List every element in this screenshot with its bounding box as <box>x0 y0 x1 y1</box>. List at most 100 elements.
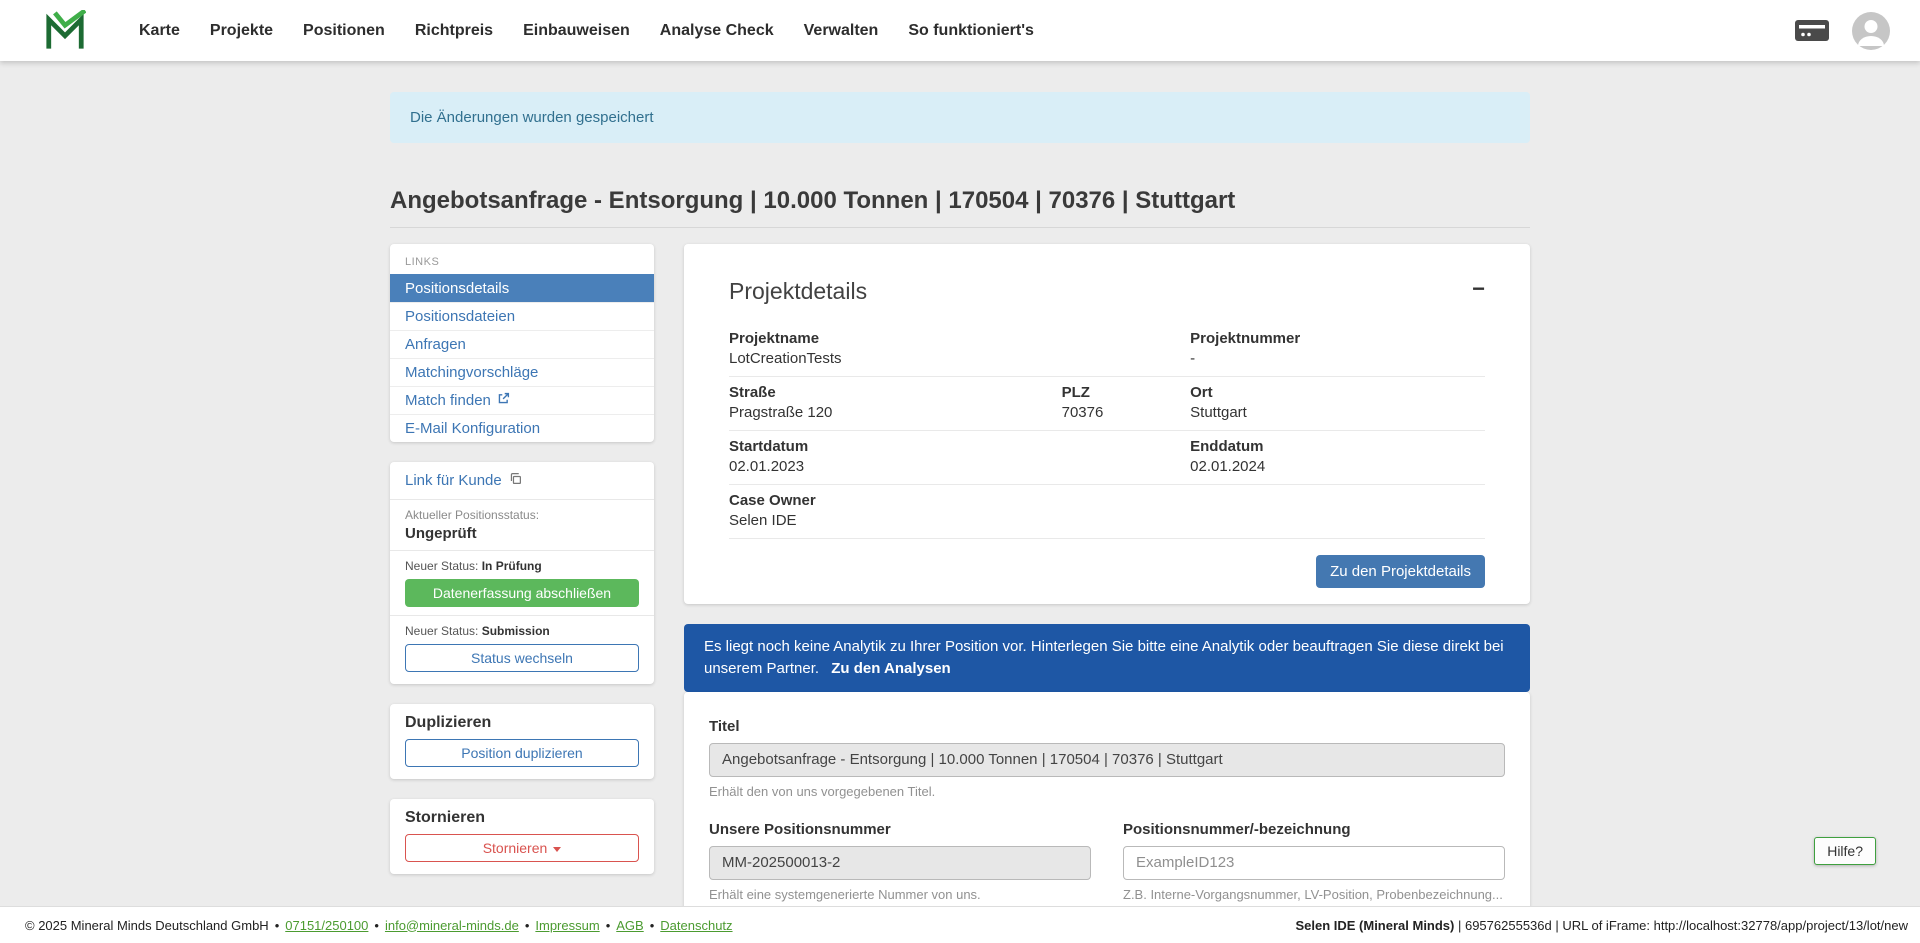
duplicate-card: Duplizieren Position duplizieren <box>390 704 654 779</box>
main-nav: Karte Projekte Positionen Richtpreis Ein… <box>124 14 1049 48</box>
session-info: Selen IDE (Mineral Minds) | 69576255536d… <box>1295 918 1908 933</box>
nav-item-einbauweisen[interactable]: Einbauweisen <box>508 14 645 48</box>
server-icon[interactable] <box>1794 17 1830 44</box>
separator: • <box>525 918 530 933</box>
next-status-label: Neuer Status: <box>405 559 478 573</box>
footer: © 2025 Mineral Minds Deutschland GmbH • … <box>0 906 1920 943</box>
nav-item-analyse-check[interactable]: Analyse Check <box>645 14 789 48</box>
field-value: 02.01.2023 <box>729 459 1190 476</box>
project-field-row: Startdatum 02.01.2023 Enddatum 02.01.202… <box>729 431 1485 485</box>
external-link-icon <box>497 392 510 409</box>
analytics-banner: Es liegt noch keine Analytik zu Ihrer Po… <box>684 624 1530 692</box>
field-label: Startdatum <box>729 439 1190 456</box>
divider <box>390 550 654 551</box>
custom-position-number-label: Positionsnummer/-bezeichnung <box>1123 821 1505 838</box>
sidebar-item-positionsdateien[interactable]: Positionsdateien <box>390 302 654 330</box>
project-details-card: Projektdetails − Projektname LotCreation… <box>684 244 1530 604</box>
copy-icon <box>509 472 522 489</box>
nav-item-projekte[interactable]: Projekte <box>195 14 288 48</box>
title-help-text: Erhält den von uns vorgegebenen Titel. <box>709 784 1505 799</box>
collapse-icon[interactable]: − <box>1472 278 1485 300</box>
field-value: Stuttgart <box>1190 405 1485 422</box>
duplicate-position-button[interactable]: Position duplizieren <box>405 739 639 767</box>
status-card: Link für Kunde Aktueller Positionsstatus… <box>390 462 654 684</box>
our-position-number-help: Erhält eine systemgenerierte Nummer von … <box>709 887 1091 902</box>
user-avatar[interactable] <box>1852 12 1890 50</box>
nav-item-karte[interactable]: Karte <box>124 14 195 48</box>
chevron-down-icon <box>553 847 561 852</box>
analytics-banner-text: Es liegt noch keine Analytik zu Ihrer Po… <box>704 638 1504 677</box>
sidebar-item-label: Matchingvorschläge <box>405 364 538 381</box>
project-field-row: Straße Pragstraße 120 PLZ 70376 Ort Stut… <box>729 377 1485 431</box>
main-content: Projektdetails − Projektname LotCreation… <box>684 244 1530 943</box>
help-button[interactable]: Hilfe? <box>1814 837 1876 865</box>
sidebar-item-matchingvorschlaege[interactable]: Matchingvorschläge <box>390 358 654 386</box>
duplicate-title: Duplizieren <box>405 714 639 732</box>
sidebar-item-label: Match finden <box>405 392 491 409</box>
next-status-line: Neuer Status: In Prüfung <box>405 559 639 573</box>
field-label: PLZ <box>1062 385 1191 402</box>
footer-link-datenschutz[interactable]: Datenschutz <box>660 918 732 933</box>
session-user: Selen IDE (Mineral Minds) <box>1295 918 1454 933</box>
cancel-title: Stornieren <box>405 809 639 827</box>
switch-status-button[interactable]: Status wechseln <box>405 644 639 672</box>
sidebar-item-label: Positionsdateien <box>405 308 515 325</box>
project-details-button[interactable]: Zu den Projektdetails <box>1316 555 1485 588</box>
field-value: Pragstraße 120 <box>729 405 1062 422</box>
nav-item-so-funktionierts[interactable]: So funktioniert's <box>893 14 1049 48</box>
brand-logo-icon[interactable] <box>44 10 86 52</box>
field-value: LotCreationTests <box>729 351 1190 368</box>
current-status-label: Aktueller Positionsstatus: <box>405 508 639 522</box>
save-confirmation-alert: Die Änderungen wurden gespeichert <box>390 92 1530 143</box>
project-details-title: Projektdetails <box>729 278 867 305</box>
cancel-dropdown-button[interactable]: Stornieren <box>405 834 639 862</box>
customer-link[interactable]: Link für Kunde <box>390 462 654 500</box>
nav-item-verwalten[interactable]: Verwalten <box>789 14 894 48</box>
custom-position-number-help: Z.B. Interne-Vorgangsnummer, LV-Position… <box>1123 887 1505 902</box>
project-field-row: Case Owner Selen IDE <box>729 485 1485 539</box>
our-position-number-label: Unsere Positionsnummer <box>709 821 1091 838</box>
field-value: - <box>1190 351 1485 368</box>
cancel-card: Stornieren Stornieren <box>390 799 654 874</box>
current-status-value: Ungeprüft <box>405 525 639 542</box>
links-section-header: LINKS <box>390 244 654 274</box>
footer-link-phone[interactable]: 07151/250100 <box>285 918 368 933</box>
project-field-row: Projektname LotCreationTests Projektnumm… <box>729 323 1485 377</box>
copyright-text: © 2025 Mineral Minds Deutschland GmbH <box>25 918 269 933</box>
field-label: Enddatum <box>1190 439 1485 456</box>
field-value: 70376 <box>1062 405 1191 422</box>
sidebar: LINKS Positionsdetails Positionsdateien … <box>390 244 654 894</box>
session-details: | 69576255536d | URL of iFrame: http://l… <box>1454 918 1908 933</box>
analytics-banner-link[interactable]: Zu den Analysen <box>831 660 950 677</box>
separator: • <box>606 918 611 933</box>
field-label: Ort <box>1190 385 1485 402</box>
page-title: Angebotsanfrage - Entsorgung | 10.000 To… <box>390 187 1530 228</box>
field-value: Selen IDE <box>729 513 1485 530</box>
sidebar-item-positionsdetails[interactable]: Positionsdetails <box>390 274 654 302</box>
footer-link-impressum[interactable]: Impressum <box>535 918 599 933</box>
next-status-value: Submission <box>482 624 550 638</box>
field-label: Case Owner <box>729 493 1485 510</box>
sidebar-item-match-finden[interactable]: Match finden <box>390 386 654 414</box>
footer-link-agb[interactable]: AGB <box>616 918 643 933</box>
next-status-line: Neuer Status: Submission <box>405 624 639 638</box>
separator: • <box>275 918 280 933</box>
sidebar-item-label: E-Mail Konfiguration <box>405 420 540 437</box>
next-status-label: Neuer Status: <box>405 624 478 638</box>
nav-item-richtpreis[interactable]: Richtpreis <box>400 14 508 48</box>
complete-data-entry-button[interactable]: Datenerfassung abschließen <box>405 579 639 607</box>
customer-link-label: Link für Kunde <box>405 472 502 489</box>
field-label: Straße <box>729 385 1062 402</box>
field-label: Projektnummer <box>1190 331 1485 348</box>
custom-position-number-input[interactable] <box>1123 846 1505 880</box>
field-label: Projektname <box>729 331 1190 348</box>
nav-item-positionen[interactable]: Positionen <box>288 14 400 48</box>
field-value: 02.01.2024 <box>1190 459 1485 476</box>
separator: • <box>650 918 655 933</box>
title-field-label: Titel <box>709 718 1505 735</box>
sidebar-item-email-konfiguration[interactable]: E-Mail Konfiguration <box>390 414 654 442</box>
sidebar-item-anfragen[interactable]: Anfragen <box>390 330 654 358</box>
sidebar-links-card: LINKS Positionsdetails Positionsdateien … <box>390 244 654 442</box>
footer-link-email[interactable]: info@mineral-minds.de <box>385 918 519 933</box>
separator: • <box>374 918 379 933</box>
